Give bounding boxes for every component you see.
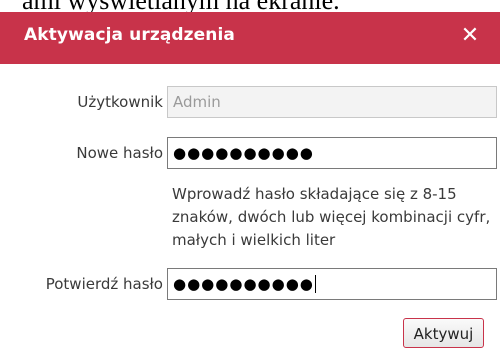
user-value: Admin (173, 93, 221, 111)
user-field: Admin (167, 86, 497, 118)
text-caret (314, 275, 316, 293)
confirm-password-label: Potwierdź hasło (45, 275, 163, 293)
activate-button[interactable]: Aktywuj (403, 318, 484, 348)
new-password-masked-value: ●●●●●●●●●● (173, 144, 314, 162)
dialog-title: Aktywacja urządzenia (24, 25, 235, 45)
device-activation-dialog: Aktywacja urządzenia ✕ Użytkownik Admin … (0, 12, 500, 354)
new-password-field[interactable]: ●●●●●●●●●● (167, 137, 497, 169)
new-password-label: Nowe hasło (76, 144, 163, 162)
user-label: Użytkownik (77, 93, 163, 111)
dialog-titlebar: Aktywacja urządzenia ✕ (0, 12, 500, 64)
close-icon[interactable]: ✕ (454, 20, 486, 52)
confirm-password-masked-value: ●●●●●●●●●● (173, 275, 314, 293)
confirm-password-field[interactable]: ●●●●●●●●●● (167, 268, 497, 300)
password-hint: Wprowadź hasło składające się z 8-15 zna… (172, 185, 491, 249)
